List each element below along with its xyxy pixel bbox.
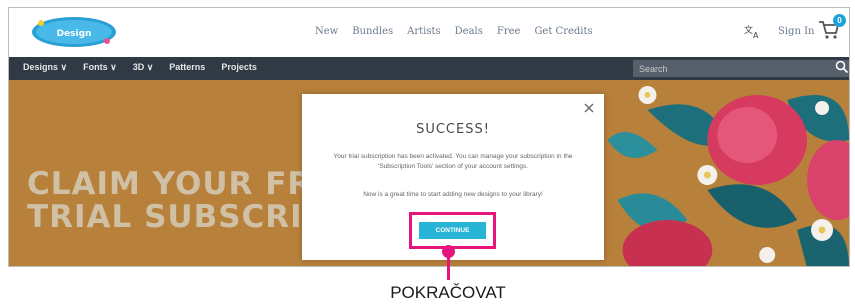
top-nav: New Bundles Artists Deals Free Get Credi… [315,26,593,37]
nav-new[interactable]: New [315,26,338,37]
nav-deals[interactable]: Deals [455,26,483,37]
cart-button[interactable]: 0 [818,14,846,44]
menu-3d[interactable]: 3D ∨ [133,62,154,73]
top-header: Design New Bundles Artists Deals Free Ge… [9,8,849,57]
svg-text:A: A [753,31,759,39]
nav-get-credits[interactable]: Get Credits [534,26,592,37]
site-logo[interactable]: Design [31,15,117,49]
close-icon[interactable] [583,102,595,114]
svg-text:Design: Design [57,29,92,39]
cart-count-badge: 0 [833,14,846,27]
callout-dot [442,245,455,258]
success-modal: SUCCESS! Your trial subscription has bee… [302,94,604,260]
menu-designs[interactable]: Designs ∨ [23,62,67,73]
nav-free[interactable]: Free [497,26,521,37]
modal-message-2: Now is a great time to start adding new … [363,191,543,198]
sign-in-link[interactable]: Sign In [778,26,814,37]
menu-projects[interactable]: Projects [221,62,257,73]
nav-bundles[interactable]: Bundles [352,26,393,37]
continue-highlight: CONTINUE [409,212,496,249]
translate-icon[interactable]: 文 A [744,23,762,39]
search-input[interactable] [633,60,849,77]
nav-artists[interactable]: Artists [407,26,441,37]
search-icon[interactable] [835,60,849,74]
menu-patterns[interactable]: Patterns [169,62,205,73]
svg-text:文: 文 [744,24,753,36]
modal-title: SUCCESS! [416,122,490,137]
continue-button[interactable]: CONTINUE [419,222,486,239]
menu-fonts[interactable]: Fonts ∨ [83,62,117,73]
browser-frame: Design New Bundles Artists Deals Free Ge… [8,7,850,267]
callout-label: POKRAČOVAT [390,283,506,302]
category-nav: Designs ∨ Fonts ∨ 3D ∨ Patterns Projects [9,57,849,80]
modal-message: Your trial subscription has been activat… [333,153,573,170]
